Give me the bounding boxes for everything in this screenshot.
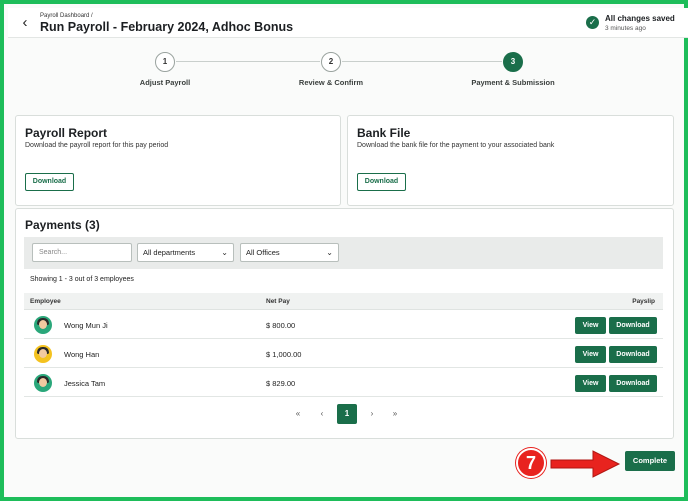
step-connector — [342, 61, 502, 62]
step-2-circle: 2 — [321, 52, 341, 72]
table-row: Wong Han $ 1,000.00 View Download — [24, 340, 663, 368]
filter-bar: Search... All departments ⌄ All Offices … — [24, 237, 663, 269]
employee-name: Jessica Tam — [64, 379, 106, 388]
view-payslip-button[interactable]: View — [575, 346, 606, 363]
bank-file-title: Bank File — [357, 126, 411, 140]
bank-file-download-button[interactable]: Download — [357, 173, 406, 191]
download-payslip-button[interactable]: Download — [609, 346, 657, 363]
employee-name: Wong Han — [64, 350, 100, 359]
step-connector — [176, 61, 320, 62]
net-pay-value: $ 800.00 — [266, 321, 296, 330]
step-1-label: Adjust Payroll — [139, 78, 191, 87]
payroll-report-card: Payroll Report Download the payroll repo… — [15, 115, 341, 206]
view-payslip-button[interactable]: View — [575, 317, 606, 334]
table-row: Jessica Tam $ 829.00 View Download — [24, 369, 663, 397]
screenshot-frame: ‹ Payroll Dashboard / Run Payroll - Febr… — [0, 0, 688, 501]
payments-card: Payments (3) Search... All departments ⌄… — [15, 208, 674, 439]
avatar — [34, 316, 52, 334]
annotation-step-marker: 7 — [516, 448, 546, 478]
download-payslip-button[interactable]: Download — [609, 375, 657, 392]
next-page-button[interactable]: › — [364, 404, 380, 424]
chevron-down-icon: ⌄ — [326, 248, 333, 257]
first-page-button[interactable]: « — [290, 404, 306, 424]
prev-page-button[interactable]: ‹ — [314, 404, 330, 424]
avatar — [34, 345, 52, 363]
page-1-button[interactable]: 1 — [337, 404, 357, 424]
bank-file-description: Download the bank file for the payment t… — [357, 142, 555, 149]
column-payslip: Payslip — [632, 298, 655, 305]
save-status-title: All changes saved — [605, 14, 675, 23]
office-select-value: All Offices — [246, 248, 280, 257]
payroll-report-download-button[interactable]: Download — [25, 173, 74, 191]
table-header: Employee Net Pay Payslip — [24, 293, 663, 310]
payroll-report-description: Download the payroll report for this pay… — [25, 142, 169, 149]
step-3-circle: 3 — [503, 52, 523, 72]
back-arrow-icon[interactable]: ‹ — [18, 15, 32, 31]
net-pay-value: $ 829.00 — [266, 379, 296, 388]
office-select[interactable]: All Offices ⌄ — [240, 243, 339, 262]
department-select-value: All departments — [143, 248, 196, 257]
department-select[interactable]: All departments ⌄ — [137, 243, 234, 262]
column-employee: Employee — [30, 298, 61, 305]
step-1-circle: 1 — [155, 52, 175, 72]
last-page-button[interactable]: » — [387, 404, 403, 424]
check-circle-icon: ✓ — [586, 16, 599, 29]
page-header: ‹ Payroll Dashboard / Run Payroll - Febr… — [8, 8, 688, 38]
page-title: Run Payroll - February 2024, Adhoc Bonus — [40, 20, 294, 34]
progress-stepper: 1 Adjust Payroll 2 Review & Confirm 3 Pa… — [8, 40, 688, 100]
employee-name: Wong Mun Ji — [64, 321, 108, 330]
step-2-label: Review & Confirm — [298, 78, 364, 87]
download-payslip-button[interactable]: Download — [609, 317, 657, 334]
table-row: Wong Mun Ji $ 800.00 View Download — [24, 311, 663, 339]
breadcrumb[interactable]: Payroll Dashboard / — [40, 13, 93, 19]
view-payslip-button[interactable]: View — [575, 375, 606, 392]
complete-button[interactable]: Complete — [625, 451, 675, 471]
save-status-time: 3 minutes ago — [605, 25, 646, 32]
payroll-report-title: Payroll Report — [25, 126, 108, 140]
column-net-pay: Net Pay — [266, 298, 290, 305]
results-count: Showing 1 - 3 out of 3 employees — [30, 276, 134, 283]
avatar — [34, 374, 52, 392]
net-pay-value: $ 1,000.00 — [266, 350, 302, 359]
step-3-label: Payment & Submission — [471, 78, 555, 87]
search-input[interactable]: Search... — [32, 243, 132, 262]
chevron-down-icon: ⌄ — [221, 248, 228, 257]
payments-title: Payments (3) — [25, 218, 100, 232]
bank-file-card: Bank File Download the bank file for the… — [347, 115, 674, 206]
arrow-right-icon — [550, 450, 621, 478]
